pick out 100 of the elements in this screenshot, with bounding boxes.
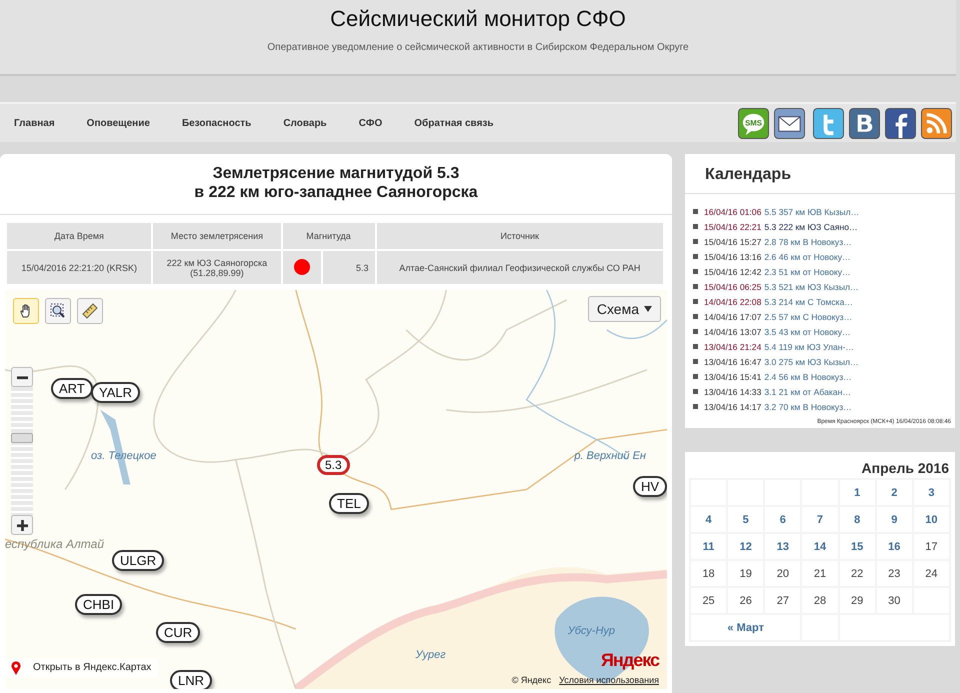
sms-icon[interactable]: SMS: [738, 108, 769, 138]
day-link[interactable]: 3: [914, 480, 949, 505]
open-map-link[interactable]: Открыть в Яндекс.Картах: [5, 658, 158, 676]
nav-link[interactable]: Обратная связь: [414, 118, 494, 128]
event-link[interactable]: 2.6 46 км от Новоку…: [764, 252, 851, 262]
day-link[interactable]: 15: [840, 534, 875, 559]
event-link[interactable]: 5.3 214 км С Томска…: [764, 296, 853, 306]
day-cell: 20: [765, 561, 800, 586]
station-marker[interactable]: HV: [633, 476, 667, 497]
plus-icon: [16, 520, 28, 530]
zoom-thumb[interactable]: [11, 433, 33, 444]
day-cell: 18: [691, 561, 726, 586]
bullet-icon: [693, 209, 698, 214]
day-cell: 29: [840, 588, 875, 613]
bullet-icon: [693, 254, 698, 259]
water-label: оз. Телецкое: [91, 450, 156, 462]
day-link[interactable]: 8: [840, 507, 875, 532]
hand-tool-button[interactable]: [13, 298, 39, 324]
event-link[interactable]: 2.8 78 км В Новокуз…: [764, 236, 852, 246]
event-link[interactable]: 5.4 119 км ЮЗ Улан-…: [764, 342, 854, 352]
day-cell: 28: [802, 588, 838, 613]
nav-link[interactable]: Безопасность: [182, 118, 252, 128]
event-date: 15/04/16 15:27: [704, 236, 762, 246]
prev-month-link[interactable]: « Март: [691, 615, 800, 640]
nav-link[interactable]: СФО: [358, 118, 382, 128]
station-marker[interactable]: ART: [51, 378, 93, 399]
ruler-tool-button[interactable]: [77, 298, 103, 324]
zoom-slider[interactable]: [11, 367, 33, 535]
water-label: Убсу-Нур: [568, 625, 616, 638]
bullet-icon: [693, 359, 698, 364]
day-cell: 21: [802, 561, 838, 586]
event-link[interactable]: 3.2 70 км В Новокуз…: [764, 402, 852, 412]
event-link[interactable]: 3.5 43 км от Новоку…: [764, 326, 851, 336]
bullet-icon: [693, 404, 698, 409]
day-link[interactable]: 9: [876, 507, 912, 532]
day-link[interactable]: 16: [876, 534, 912, 559]
event-title: Землетрясение магнитудой 5.3: [212, 164, 460, 183]
day-link[interactable]: 14: [802, 534, 838, 559]
event-date: 14/04/16 17:07: [704, 312, 762, 322]
day-link[interactable]: 10: [914, 507, 949, 532]
station-marker[interactable]: CHBI: [75, 594, 122, 615]
day-link[interactable]: 6: [765, 507, 800, 532]
event-link[interactable]: 3.1 21 км от Абакан…: [764, 386, 851, 396]
site-title: Сейсмический монитор СФО: [329, 6, 627, 32]
station-marker[interactable]: YALR: [91, 382, 140, 403]
rss-icon[interactable]: [921, 108, 952, 138]
day-link[interactable]: 5: [728, 507, 764, 532]
bullet-icon: [693, 374, 698, 379]
month-title: Апрель 2016: [860, 460, 950, 476]
day-cell: 27: [765, 588, 800, 613]
day-link[interactable]: 1: [840, 480, 875, 505]
station-marker[interactable]: TEL: [329, 493, 369, 514]
event-link[interactable]: 5.3 222 км ЮЗ Саяно…: [764, 222, 858, 232]
event-link[interactable]: 5.3 521 км ЮЗ Кызыл…: [764, 282, 859, 292]
day-cell: 17: [914, 534, 949, 559]
event-link[interactable]: 2.5 57 км С Новокуз…: [764, 312, 852, 322]
event-date: 15/04/16 12:42: [704, 266, 762, 276]
day-link[interactable]: 7: [802, 507, 838, 532]
day-cell: 22: [840, 561, 875, 586]
letter-v-icon[interactable]: [849, 108, 880, 138]
station-marker[interactable]: LNR: [170, 670, 212, 689]
earthquake-marker[interactable]: 5.3: [317, 455, 350, 475]
bullet-icon: [693, 284, 698, 289]
mail-icon[interactable]: [774, 108, 805, 138]
day-cell: 24: [914, 561, 949, 586]
bullet-icon: [693, 299, 698, 304]
day-link[interactable]: 2: [876, 480, 912, 505]
table-cell: Алтае-Саянский филиал Геофизической службы СО РАН: [376, 251, 663, 284]
nav-link[interactable]: Главная: [14, 118, 55, 128]
event-link[interactable]: 2.4 56 км В Новокуз…: [764, 372, 852, 382]
nav-link[interactable]: Словарь: [283, 118, 327, 128]
map-layer-dropdown[interactable]: Схема: [588, 296, 661, 322]
bullet-icon: [693, 329, 698, 334]
column-header: Место землетрясения: [153, 223, 281, 249]
station-marker[interactable]: ULGR: [112, 550, 164, 571]
zoom-out-button[interactable]: [11, 367, 33, 387]
letter-f-icon[interactable]: [885, 108, 916, 138]
day-link[interactable]: 4: [691, 507, 726, 532]
event-link[interactable]: 3.0 275 км ЮЗ Кызыл…: [764, 356, 859, 366]
day-cell: 26: [728, 588, 764, 613]
coordinates-text: (51.28,89.99): [189, 268, 244, 278]
event-date: 13/04/16 15:41: [704, 372, 762, 382]
day-cell: 19: [728, 561, 764, 586]
bullet-icon: [693, 344, 698, 349]
event-date: 15/04/16 06:25: [704, 282, 762, 292]
station-marker[interactable]: CUR: [156, 622, 200, 643]
day-link[interactable]: 13: [765, 534, 800, 559]
event-date: 14/04/16 13:07: [704, 326, 762, 336]
panel-title: Календарь: [685, 154, 955, 194]
zoom-tool-button[interactable]: [45, 298, 71, 324]
ruler-icon: [82, 303, 98, 319]
column-header: Дата Время: [7, 223, 152, 249]
terms-link[interactable]: Условия использования: [559, 675, 659, 685]
event-date: 15/04/16 13:16: [704, 252, 762, 262]
event-link[interactable]: 2.3 51 км от Новоку…: [764, 266, 851, 276]
event-link[interactable]: 5.5 357 км ЮВ Кызыл…: [764, 206, 860, 216]
zoom-in-button[interactable]: [11, 515, 33, 535]
day-link[interactable]: 12: [728, 534, 764, 559]
nav-link[interactable]: Оповещение: [86, 118, 150, 128]
day-link[interactable]: 11: [691, 534, 726, 559]
